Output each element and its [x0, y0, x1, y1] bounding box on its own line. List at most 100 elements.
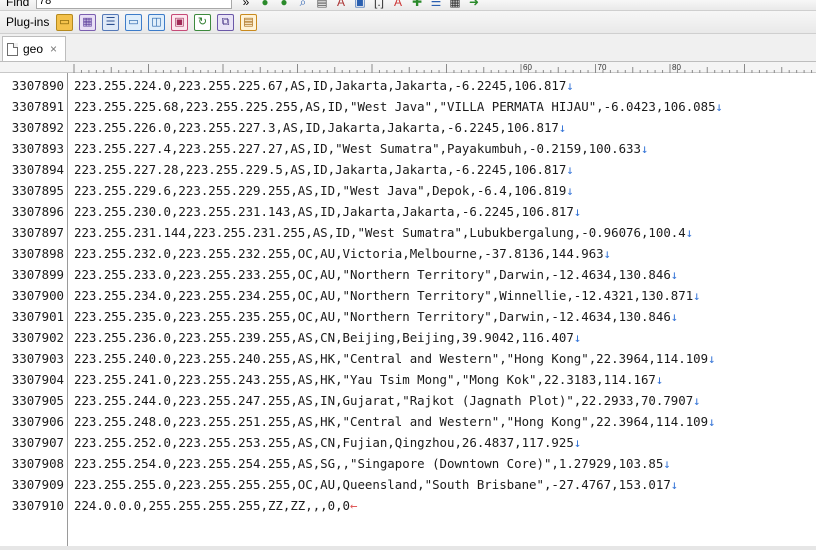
- editor-window: Find 78 » ● ● ⌕ ▤ A ▣ [.] A ✚ ☰ ▦ ➜ Plug…: [0, 0, 816, 550]
- folder-icon[interactable]: ▭: [56, 14, 73, 31]
- line-text: 223.255.234.0,223.255.234.255,OC,AU,"Nor…: [74, 285, 701, 306]
- editor-line[interactable]: 3307907 223.255.252.0,223.255.253.255,AS,…: [0, 432, 816, 453]
- tab-label: geo: [23, 42, 44, 56]
- document-tab-bar: geo ×: [0, 34, 816, 62]
- editor-line[interactable]: 3307891 223.255.225.68,223.255.225.255,AS…: [0, 96, 816, 117]
- editor-line[interactable]: 3307900 223.255.234.0,223.255.234.255,OC,…: [0, 285, 816, 306]
- regex-icon[interactable]: [.]: [371, 0, 387, 10]
- find-input[interactable]: 78: [36, 0, 232, 9]
- editor-line[interactable]: 3307895 223.255.229.6,223.255.229.255,AS,…: [0, 180, 816, 201]
- editor-line[interactable]: 3307898 223.255.232.0,223.255.232.255,OC,…: [0, 243, 816, 264]
- line-text: 223.255.236.0,223.255.239.255,AS,CN,Beij…: [74, 327, 581, 348]
- tab-geo[interactable]: geo ×: [2, 36, 66, 61]
- line-content: 223.255.224.0,223.255.225.67,AS,ID,Jakar…: [74, 78, 567, 93]
- line-number: 3307896: [11, 204, 64, 219]
- editor-line[interactable]: 3307896 223.255.230.0,223.255.231.143,AS,…: [0, 201, 816, 222]
- line-text: 223.255.233.0,223.255.233.255,OC,AU,"Nor…: [74, 264, 678, 285]
- line-number: 3307906: [11, 414, 64, 429]
- line-break-marker: ↓: [693, 393, 701, 408]
- checkbox-icon[interactable]: ▣: [171, 14, 188, 31]
- editor-line[interactable]: 3307890 223.255.224.0,223.255.225.67,AS,I…: [0, 75, 816, 96]
- highlight-icon[interactable]: A: [390, 0, 406, 10]
- line-text: 223.255.229.6,223.255.229.255,AS,ID,"Wes…: [74, 180, 574, 201]
- ruler-label: 70: [598, 63, 607, 72]
- line-break-marker: ↓: [670, 267, 679, 282]
- print-icon[interactable]: ▦: [447, 0, 463, 10]
- line-text: 223.255.227.28,223.255.229.5,AS,ID,Jakar…: [74, 159, 574, 180]
- line-number: 3307897: [11, 225, 64, 240]
- split-window-icon[interactable]: ◫: [148, 14, 165, 31]
- line-break-marker: ↓: [573, 204, 582, 219]
- close-icon[interactable]: ×: [50, 42, 57, 56]
- line-break-marker: ↓: [558, 120, 567, 135]
- line-content: 223.255.227.4,223.255.227.27,AS,ID,"West…: [74, 141, 641, 156]
- line-number: 3307909: [11, 477, 64, 492]
- plugins-toolbar: Plug-ins ▭ ▦ ☰ ▭ ◫ ▣ ↻ ⧉ ▤: [0, 11, 816, 34]
- list-icon[interactable]: ☰: [428, 0, 444, 10]
- editor-line[interactable]: 3307908 223.255.254.0,223.255.254.255,AS,…: [0, 453, 816, 474]
- copy-icon[interactable]: ⧉: [217, 14, 234, 31]
- editor-line[interactable]: 3307893 223.255.227.4,223.255.227.27,AS,I…: [0, 138, 816, 159]
- find-label: Find: [6, 0, 30, 9]
- find-prev-icon[interactable]: ●: [276, 0, 292, 10]
- editor-line[interactable]: 3307897 223.255.231.144,223.255.231.255,A…: [0, 222, 816, 243]
- line-content: 223.255.236.0,223.255.239.255,AS,CN,Beij…: [74, 330, 574, 345]
- line-content: 223.255.227.28,223.255.229.5,AS,ID,Jakar…: [74, 162, 567, 177]
- line-content: 223.255.230.0,223.255.231.143,AS,ID,Jaka…: [74, 204, 574, 219]
- editor-line[interactable]: 3307892 223.255.226.0,223.255.227.3,AS,ID…: [0, 117, 816, 138]
- line-number: 3307895: [11, 183, 64, 198]
- mark-icon[interactable]: ✚: [409, 0, 425, 10]
- window-icon[interactable]: ▭: [125, 14, 142, 31]
- plugins-toolbar-icons: ▭ ▦ ☰ ▭ ◫ ▣ ↻ ⧉ ▤: [56, 14, 257, 31]
- dropdown-arrow-icon[interactable]: »: [238, 0, 254, 10]
- line-content: 223.255.248.0,223.255.251.255,AS,HK,"Cen…: [74, 414, 709, 429]
- line-number: 3307908: [11, 456, 64, 471]
- line-break-marker: ↓: [603, 246, 612, 261]
- editor-line[interactable]: 3307909 223.255.255.0,223.255.255.255,OC,…: [0, 474, 816, 495]
- editor-line[interactable]: 3307904 223.255.241.0,223.255.243.255,AS,…: [0, 369, 816, 390]
- whole-word-icon[interactable]: ▣: [352, 0, 368, 10]
- line-break-marker: ↓: [566, 183, 574, 198]
- line-text: 223.255.226.0,223.255.227.3,AS,ID,Jakart…: [74, 117, 566, 138]
- editor-line[interactable]: 3307894 223.255.227.28,223.255.229.5,AS,I…: [0, 159, 816, 180]
- line-text: 224.0.0.0,255.255.255.255,ZZ,ZZ,,,0,0←: [74, 495, 357, 516]
- replace-icon[interactable]: ▤: [314, 0, 330, 10]
- editor-line[interactable]: 3307906 223.255.248.0,223.255.251.255,AS,…: [0, 411, 816, 432]
- line-content: 223.255.240.0,223.255.240.255,AS,HK,"Cen…: [74, 351, 709, 366]
- line-content: 223.255.229.6,223.255.229.255,AS,ID,"Wes…: [74, 183, 567, 198]
- line-text: 223.255.225.68,223.255.225.255,AS,ID,"We…: [74, 96, 723, 117]
- line-number: 3307900: [11, 288, 64, 303]
- editor-line[interactable]: 3307903 223.255.240.0,223.255.240.255,AS,…: [0, 348, 816, 369]
- line-text: 223.255.241.0,223.255.243.255,AS,HK,"Yau…: [74, 369, 663, 390]
- match-case-icon[interactable]: A: [333, 0, 349, 10]
- line-content: 223.255.254.0,223.255.254.255,AS,SG,,"Si…: [74, 456, 664, 471]
- line-content: 223.255.233.0,223.255.233.255,OC,AU,"Nor…: [74, 267, 671, 282]
- line-content: 223.255.225.68,223.255.225.255,AS,ID,"We…: [74, 99, 716, 114]
- line-number: 3307905: [11, 393, 64, 408]
- line-break-marker: ↓: [573, 435, 582, 450]
- ruler-label: 80: [672, 63, 681, 72]
- find-next-icon[interactable]: ●: [257, 0, 273, 10]
- refresh-icon[interactable]: ↻: [194, 14, 211, 31]
- editor-line[interactable]: 3307899 223.255.233.0,223.255.233.255,OC,…: [0, 264, 816, 285]
- editor-line[interactable]: 3307902 223.255.236.0,223.255.239.255,AS,…: [0, 327, 816, 348]
- editor-line[interactable]: 3307910 224.0.0.0,255.255.255.255,ZZ,ZZ,,…: [0, 495, 816, 516]
- line-number: 3307903: [11, 351, 64, 366]
- text-editor[interactable]: 3307890 223.255.224.0,223.255.225.67,AS,I…: [0, 73, 816, 550]
- line-text: 223.255.227.4,223.255.227.27,AS,ID,"West…: [74, 138, 648, 159]
- line-content: 223.255.252.0,223.255.253.255,AS,CN,Fuji…: [74, 435, 574, 450]
- list-view-icon[interactable]: ☰: [102, 14, 119, 31]
- line-number: 3307901: [11, 309, 64, 324]
- editor-line[interactable]: 3307905 223.255.244.0,223.255.247.255,AS,…: [0, 390, 816, 411]
- search-icon[interactable]: ⌕: [295, 0, 311, 10]
- editor-line[interactable]: 3307901 223.255.235.0,223.255.235.255,OC,…: [0, 306, 816, 327]
- go-icon[interactable]: ➜: [466, 0, 482, 10]
- grid-icon[interactable]: ▦: [79, 14, 96, 31]
- calendar-icon[interactable]: ▤: [240, 14, 257, 31]
- line-content: 224.0.0.0,255.255.255.255,ZZ,ZZ,,,0,0: [74, 498, 351, 513]
- search-toolbar: Find 78 » ● ● ⌕ ▤ A ▣ [.] A ✚ ☰ ▦ ➜: [0, 0, 816, 11]
- line-content: 223.255.226.0,223.255.227.3,AS,ID,Jakart…: [74, 120, 559, 135]
- line-break-marker: ↓: [566, 78, 574, 93]
- line-content: 223.255.234.0,223.255.234.255,OC,AU,"Nor…: [74, 288, 694, 303]
- line-break-marker: ↓: [693, 288, 701, 303]
